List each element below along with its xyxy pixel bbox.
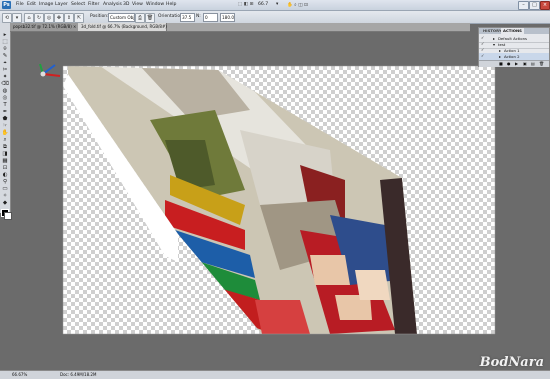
expand-arrow-icon[interactable]: ▸ xyxy=(499,53,501,60)
new-action-icon[interactable]: ▤ xyxy=(531,61,535,66)
actions-footer: ■ ● ▶ ▣ ▤ 🗑 xyxy=(479,60,549,67)
trash-icon[interactable]: 🗑 xyxy=(539,61,544,66)
watermark-logo: BodNara xyxy=(479,355,544,370)
toggle-check-icon[interactable]: ✓ xyxy=(481,48,485,52)
status-zoom[interactable]: 66.67% xyxy=(12,372,27,377)
status-doc-size[interactable]: Doc: 6.49M/18.2M xyxy=(60,372,96,377)
actions-panel: HISTORY ACTIONS ✓ ▸ Default Actions ✓ ▾ … xyxy=(478,27,550,67)
toggle-check-icon[interactable]: ✓ xyxy=(481,36,485,40)
image-layer[interactable] xyxy=(0,0,550,378)
toggle-check-icon[interactable]: ✓ xyxy=(481,42,485,46)
new-set-icon[interactable]: ▣ xyxy=(523,61,527,66)
tab-actions[interactable]: ACTIONS xyxy=(501,28,524,34)
toggle-check-icon[interactable]: ✓ xyxy=(481,54,485,58)
folded-photo xyxy=(68,66,417,334)
stop-icon[interactable]: ■ xyxy=(499,61,503,66)
panel-tab-bar: HISTORY ACTIONS xyxy=(479,28,549,34)
3d-axis-widget-icon[interactable] xyxy=(39,63,61,77)
record-icon[interactable]: ● xyxy=(507,61,511,66)
play-icon[interactable]: ▶ xyxy=(515,61,518,66)
